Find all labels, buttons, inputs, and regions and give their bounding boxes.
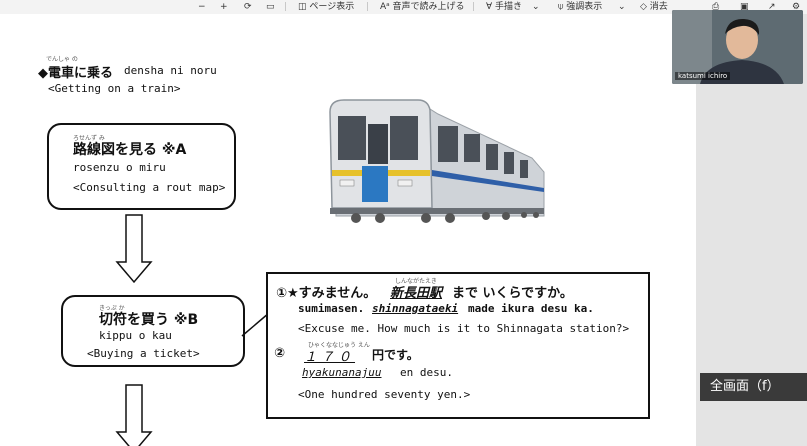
highlight-button[interactable]: ⍦ 強調表示 [558,0,602,14]
read-aloud-button[interactable]: Aᵃ 音声で読み上げる [380,0,465,14]
dialog-line2-b: made ikura desu ka. [468,302,594,315]
step1-english: <Consulting a rout map> [73,181,226,194]
erase-button[interactable]: ◇ 消去 [640,0,668,14]
draw-label: 手描き [495,2,523,12]
step1-romaji: rosenzu o miru [73,161,166,174]
dialog-line1-suffix: まで いくらですか。 [452,286,573,301]
eraser-icon: ◇ [640,2,650,12]
fullscreen-button[interactable]: 全画面（f） [700,373,807,401]
document-page: でんしゃ の ◆電車に乗る densha ni noru <Getting on… [0,14,696,446]
dialog-box: しんながたえき ①★すみません。 新長田駅 まで いくらですか。 sumimas… [266,272,650,419]
heading-english: <Getting on a train> [48,82,181,95]
dialog-line5-suffix: en desu. [400,366,453,379]
draw-dropdown-icon[interactable]: ⌄ [532,0,540,14]
erase-label: 消去 [649,2,668,12]
divider: | [366,2,370,12]
read-aloud-icon: Aᵃ [380,2,393,12]
heading-romaji: densha ni noru [124,64,217,77]
zoom-in-button[interactable]: + [220,0,228,14]
dialog-english-a: <One hundred seventy yen.> [298,388,471,401]
dialog-line1-prefix: ①★すみません。 [276,286,377,301]
draw-button[interactable]: ∀ 手描き [486,0,522,14]
highlight-dropdown-icon[interactable]: ⌄ [618,0,626,14]
dialog-english-q: <Excuse me. How much is it to Shinnagata… [298,322,630,335]
page-view-label: ページ表示 [309,2,355,12]
read-aloud-label: 音声で読み上げる [392,2,465,12]
dialog-line2-a: sumimasen. [298,302,365,315]
webcam-name-label: katsumi ichiro [675,72,731,80]
down-arrow-icon [115,214,153,284]
zoom-out-button[interactable]: − [198,0,206,14]
draw-icon: ∀ [486,2,496,12]
dialog-station-jp: 新長田駅 [390,286,443,301]
dialog-station-romaji: shinnagataeki [372,302,459,315]
page-view-button[interactable]: ◫ ページ表示 [298,0,354,14]
step-consult-map-box: ろせんず み 路線図を見る ※A rosenzu o miru <Consult… [47,123,236,210]
step2-title: 切符を買う ※B [99,312,199,328]
dialog-price-jp: １７０ [304,350,356,365]
divider: | [284,2,288,12]
train-illustration [329,99,545,223]
highlight-label: 強調表示 [566,2,603,12]
page-view-icon: ◫ [298,2,310,12]
down-arrow-icon [115,384,153,446]
rotate-icon[interactable]: ⟳ [244,0,252,14]
step1-title: 路線図を見る ※A [73,142,187,158]
dialog-price-romaji: hyakunanajuu [302,366,382,379]
step-buy-ticket-box: きっぷ か 切符を買う ※B kippu o kau <Buying a tic… [61,295,245,367]
divider: | [472,2,476,12]
fit-page-icon[interactable]: ▭ [266,0,275,14]
step2-english: <Buying a ticket> [87,347,200,360]
step2-romaji: kippu o kau [99,329,172,342]
dialog-line4-suffix: 円です。 [372,348,419,362]
webcam-video[interactable]: katsumi ichiro [672,10,803,84]
heading-title: ◆電車に乗る [38,66,113,81]
dialog-number-2: ② [274,346,286,361]
